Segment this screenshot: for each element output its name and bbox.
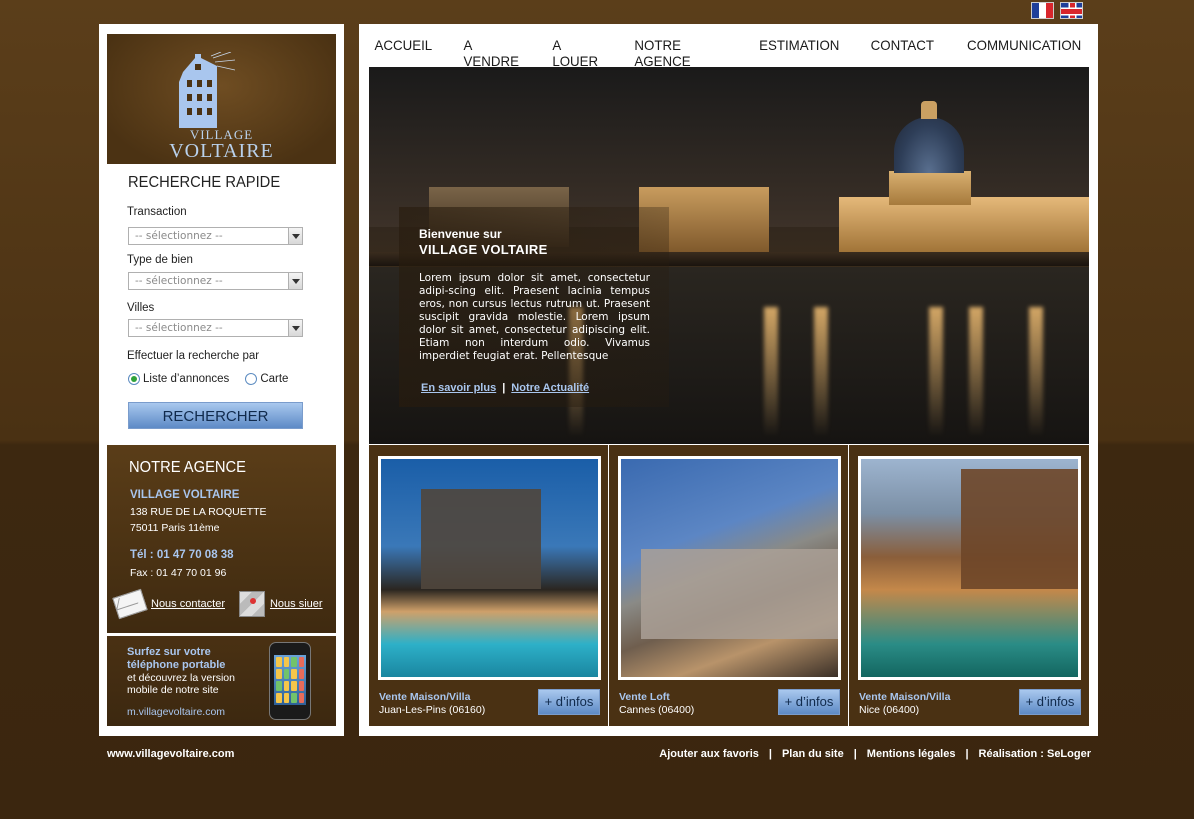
agency-fax: Fax : 01 47 70 01 96 [130, 567, 227, 579]
agency-address-1: 138 RUE DE LA ROQUETTE [130, 506, 267, 518]
radio-map-label: Carte [260, 373, 289, 385]
type-select[interactable]: -- sélectionnez -- [128, 272, 303, 290]
learn-more-link[interactable]: En savoir plus [421, 382, 496, 394]
villes-label: Villes [127, 302, 155, 314]
mobile-line-1: Surfez sur votre [127, 646, 211, 658]
more-info-button[interactable]: + d’infos [778, 689, 840, 715]
property-type: Vente Loft [619, 691, 670, 703]
building-logo-icon [179, 52, 235, 128]
nav-estimation[interactable]: ESTIMATION [745, 37, 852, 69]
property-location: Cannes (06400) [619, 704, 695, 716]
property-card[interactable]: Vente Maison/Villa Juan-Les-Pins (06160)… [369, 444, 609, 726]
footer-credit-link[interactable]: Réalisation : SeLoger [979, 748, 1091, 760]
left-panel: VILLAGE VOLTAIRE RECHERCHE RAPIDE Transa… [99, 24, 344, 736]
hero-building-institut [839, 197, 1089, 257]
mobile-promo-title: Surfez sur votre téléphone portable [127, 646, 225, 672]
locate-link[interactable]: Nous siuer [270, 598, 323, 610]
property-location: Juan-Les-Pins (06160) [379, 704, 486, 716]
villes-select[interactable]: -- sélectionnez -- [128, 319, 303, 337]
agency-address-2: 75011 Paris 11ème [130, 522, 220, 534]
transaction-label: Transaction [127, 206, 187, 218]
hero-brand: VILLAGE VOLTAIRE [419, 242, 548, 257]
nav-a-louer[interactable]: A LOUER [539, 37, 616, 69]
footer-legal-link[interactable]: Mentions légales [867, 748, 956, 760]
mobile-line-4: mobile de notre site [127, 684, 219, 696]
type-select-value: -- sélectionnez -- [135, 275, 223, 287]
main-nav: ACCUEIL A VENDRE A LOUER NOTRE AGENCE ES… [359, 37, 1098, 69]
search-mode-options: Liste d’annonces Carte [128, 373, 288, 385]
hero-link-separator: | [502, 382, 506, 394]
agency-contact-row: Nous contacter Nous siuer [112, 588, 323, 620]
property-location: Nice (06400) [859, 704, 920, 716]
mobile-line-3: et découvrez la version [127, 672, 235, 684]
search-title: RECHERCHE RAPIDE [128, 174, 281, 191]
map-icon[interactable] [238, 591, 265, 617]
radio-list-label: Liste d’annonces [143, 373, 230, 385]
property-photo[interactable] [858, 456, 1081, 680]
news-link[interactable]: Notre Actualité [511, 382, 589, 394]
property-type: Vente Maison/Villa [379, 691, 471, 703]
hero-banner: Bienvenue sur VILLAGE VOLTAIRE Lorem ips… [369, 67, 1089, 444]
type-label: Type de bien [127, 254, 193, 266]
hero-dome-base [889, 171, 971, 205]
hero-reflection [764, 307, 778, 437]
nav-a-vendre[interactable]: A VENDRE [450, 37, 535, 69]
hero-reflection [1029, 307, 1043, 437]
mobile-url[interactable]: m.villagevoltaire.com [127, 706, 225, 718]
hero-reflection [814, 307, 828, 437]
footer-site-url[interactable]: www.villagevoltaire.com [107, 748, 234, 760]
transaction-select-value: -- sélectionnez -- [135, 230, 223, 242]
chevron-down-icon [288, 320, 302, 336]
property-cards: Vente Maison/Villa Juan-Les-Pins (06160)… [369, 444, 1089, 726]
agency-title: NOTRE AGENCE [129, 459, 246, 476]
footer-links: Ajouter aux favoris | Plan du site | Men… [659, 748, 1091, 760]
hero-reflection [969, 307, 983, 437]
nav-contact[interactable]: CONTACT [857, 37, 947, 69]
hero-welcome: Bienvenue sur [419, 227, 502, 241]
flag-fr-icon[interactable] [1031, 2, 1054, 19]
hero-lantern [921, 101, 937, 119]
more-info-button[interactable]: + d’infos [1019, 689, 1081, 715]
footer-separator: | [853, 748, 857, 760]
transaction-select[interactable]: -- sélectionnez -- [128, 227, 303, 245]
hero-links: En savoir plus | Notre Actualité [421, 382, 589, 394]
property-photo[interactable] [378, 456, 601, 680]
footer-separator: | [768, 748, 772, 760]
footer-favorites-link[interactable]: Ajouter aux favoris [659, 748, 759, 760]
agency-name: VILLAGE VOLTAIRE [130, 489, 240, 501]
mobile-promo-text: et découvrez la version mobile de notre … [127, 672, 235, 696]
envelope-icon[interactable] [112, 588, 148, 620]
footer-separator: | [965, 748, 969, 760]
property-photo[interactable] [618, 456, 841, 680]
radio-map[interactable] [245, 373, 258, 385]
property-card[interactable]: Vente Maison/Villa Nice (06400) + d’info… [849, 444, 1089, 726]
villes-select-value: -- sélectionnez -- [135, 322, 223, 334]
nav-communication[interactable]: COMMUNICATION [953, 37, 1094, 69]
agency-phone[interactable]: Tél : 01 47 70 08 38 [130, 549, 234, 561]
chevron-down-icon [288, 273, 302, 289]
hero-reflection [929, 307, 943, 437]
footer-sitemap-link[interactable]: Plan du site [782, 748, 844, 760]
nav-accueil[interactable]: ACCUEIL [361, 37, 445, 69]
logo-text-voltaire: VOLTAIRE [169, 140, 274, 162]
mobile-line-2: téléphone portable [127, 659, 226, 671]
property-card[interactable]: Vente Loft Cannes (06400) + d’infos [609, 444, 849, 726]
main-panel: ACCUEIL A VENDRE A LOUER NOTRE AGENCE ES… [359, 24, 1098, 736]
logo[interactable]: VILLAGE VOLTAIRE [107, 34, 336, 164]
contact-link[interactable]: Nous contacter [151, 598, 225, 610]
search-mode-label: Effectuer la recherche par [127, 350, 260, 362]
nav-notre-agence[interactable]: NOTRE AGENCE [621, 37, 739, 69]
language-flags [1031, 2, 1083, 19]
search-button[interactable]: RECHERCHER [128, 402, 303, 429]
smartphone-icon [269, 642, 311, 720]
radio-list[interactable] [128, 373, 140, 385]
flag-uk-icon[interactable] [1060, 2, 1083, 19]
more-info-button[interactable]: + d’infos [538, 689, 600, 715]
hero-body-text: Lorem ipsum dolor sit amet, consectetur … [419, 272, 650, 362]
property-type: Vente Maison/Villa [859, 691, 951, 703]
chevron-down-icon [288, 228, 302, 244]
mobile-promo[interactable]: Surfez sur votre téléphone portable et d… [107, 635, 336, 726]
